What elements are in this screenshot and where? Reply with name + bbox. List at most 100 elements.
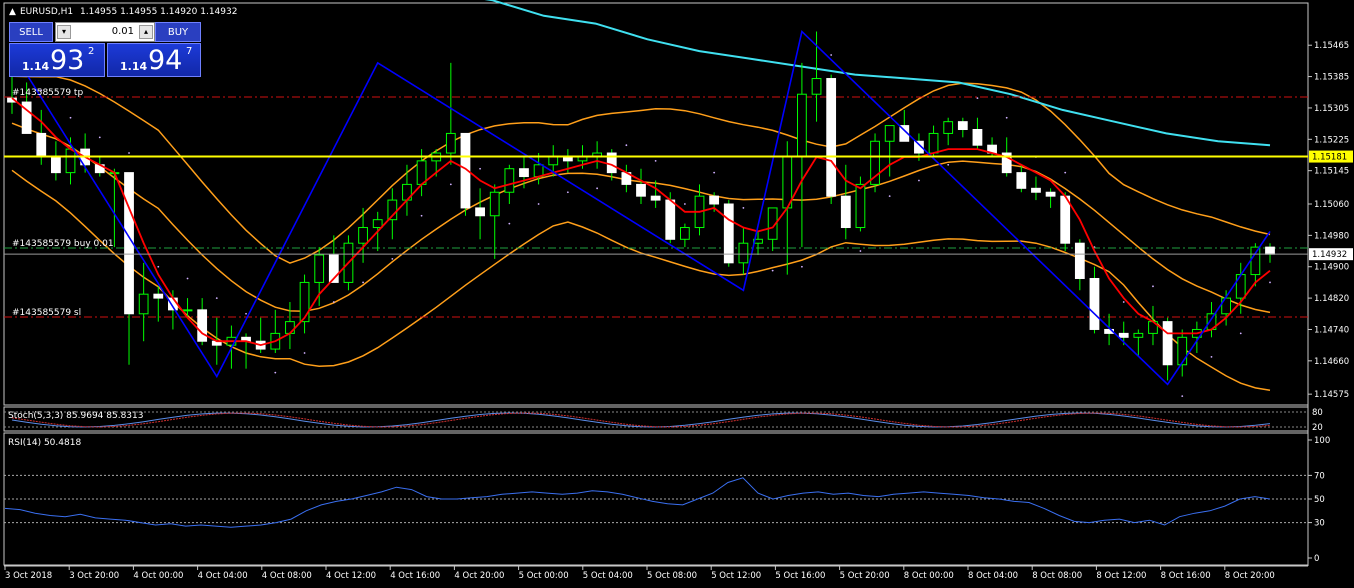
price-tick-label: 1.15465 bbox=[1314, 41, 1349, 51]
sar-dot bbox=[976, 97, 979, 100]
price-tick-label: 1.14660 bbox=[1314, 357, 1349, 367]
buy-button[interactable]: BUY bbox=[155, 22, 201, 42]
bear-candle bbox=[1118, 332, 1129, 338]
bull-candle bbox=[182, 309, 193, 312]
sar-dot bbox=[713, 171, 716, 174]
price-tick-label: 1.15060 bbox=[1314, 200, 1349, 210]
bull-candle bbox=[811, 78, 822, 95]
bull-candle bbox=[533, 164, 544, 178]
bear-candle bbox=[709, 195, 720, 205]
bull-candle bbox=[65, 148, 76, 174]
price-tick-label: 1.14575 bbox=[1314, 390, 1349, 400]
sar-dot bbox=[362, 281, 364, 284]
middle-band-line bbox=[11, 122, 1271, 314]
bull-candle bbox=[299, 281, 310, 323]
time-tick-label: 8 Oct 16:00 bbox=[1161, 571, 1211, 581]
bull-candle bbox=[314, 254, 325, 283]
bear-candle bbox=[519, 168, 529, 178]
sar-dot bbox=[1210, 356, 1213, 358]
sar-dot bbox=[683, 203, 686, 205]
sar-dot bbox=[1269, 281, 1271, 284]
time-tick-label: 5 Oct 08:00 bbox=[647, 571, 697, 581]
slow-moving-average bbox=[484, 0, 1271, 147]
sar-dot bbox=[596, 187, 599, 190]
sell-button[interactable]: SELL bbox=[9, 22, 53, 42]
bull-candle bbox=[943, 121, 954, 134]
bear-candle bbox=[1045, 191, 1056, 197]
sar-dot bbox=[1181, 395, 1184, 398]
bear-candle bbox=[153, 293, 164, 299]
sell-price-box[interactable]: 1.14 93 2 bbox=[9, 43, 105, 77]
buy-price-box[interactable]: 1.14 94 7 bbox=[107, 43, 201, 77]
sar-dot bbox=[1122, 301, 1125, 303]
bull-candle bbox=[372, 219, 383, 229]
sell-price-fraction: 2 bbox=[88, 46, 95, 57]
bear-candle bbox=[475, 207, 485, 217]
sar-dot bbox=[98, 136, 101, 139]
one-click-trading-panel: SELL ▾ 0.01 ▴ BUY 1.14 93 2 1.14 94 7 bbox=[9, 22, 201, 78]
time-tick-label: 5 Oct 04:00 bbox=[583, 571, 633, 581]
time-tick-label: 8 Oct 04:00 bbox=[968, 571, 1018, 581]
rsi-label: RSI(14) 50.4818 bbox=[8, 438, 81, 448]
lot-decrease-icon[interactable]: ▾ bbox=[57, 25, 71, 39]
bull-candle bbox=[445, 132, 456, 154]
chart-symbol: EURUSD,H1 bbox=[20, 7, 73, 17]
bear-candle bbox=[197, 309, 208, 342]
hline-price-label: 1.15181 bbox=[1312, 153, 1347, 163]
lot-increase-icon[interactable]: ▴ bbox=[139, 25, 153, 39]
price-tick-label: 1.14900 bbox=[1314, 263, 1349, 273]
time-tick-label: 4 Oct 08:00 bbox=[262, 571, 312, 581]
time-tick-label: 5 Oct 00:00 bbox=[519, 571, 569, 581]
sar-dot bbox=[654, 159, 657, 162]
chart-ohlc: 1.14955 1.14955 1.14920 1.14932 bbox=[80, 7, 237, 17]
bull-candle bbox=[1133, 332, 1144, 338]
time-tick-label: 3 Oct 20:00 bbox=[69, 571, 119, 581]
price-tick-label: 1.14820 bbox=[1314, 294, 1349, 304]
price-tick-label: 1.15145 bbox=[1314, 167, 1349, 177]
buy-price-fraction: 7 bbox=[186, 46, 193, 57]
lot-size-value[interactable]: 0.01 bbox=[72, 23, 138, 41]
price-tick-label: 1.15385 bbox=[1314, 73, 1349, 83]
time-axis: 3 Oct 2018 3 Oct 20:00 4 Oct 00:00 4 Oct 04… bbox=[4, 566, 1275, 581]
sell-price-pips: 93 bbox=[50, 45, 85, 76]
price-tick-label: 1.14980 bbox=[1314, 231, 1349, 241]
sar-dot bbox=[742, 207, 745, 209]
bollinger-bands bbox=[11, 75, 1271, 391]
sar-dot bbox=[918, 179, 920, 182]
slow-ma-line bbox=[484, 0, 1271, 147]
sar-dot bbox=[508, 222, 511, 225]
time-tick-label: 8 Oct 20:00 bbox=[1225, 571, 1275, 581]
rsi-line bbox=[4, 477, 1271, 528]
buy-price-prefix: 1.14 bbox=[120, 60, 148, 73]
bear-candle bbox=[826, 78, 837, 197]
stoch-level-label: 80 bbox=[1312, 408, 1323, 418]
time-tick-label: 8 Oct 08:00 bbox=[1032, 571, 1082, 581]
bear-candle bbox=[840, 195, 851, 229]
chart-collapse-icon[interactable]: ▲ bbox=[9, 7, 16, 17]
sar-dot bbox=[1064, 171, 1067, 174]
sar-dot bbox=[157, 265, 160, 268]
sar-dot bbox=[830, 54, 833, 56]
chart-canvas[interactable]: 1.15465 1.15385 1.15305 1.15225 1.15145 1.150… bbox=[0, 0, 1354, 588]
bull-candle bbox=[884, 125, 895, 142]
bear-candle bbox=[1162, 321, 1173, 366]
fast-moving-average bbox=[11, 97, 1271, 347]
time-tick-label: 3 Oct 2018 bbox=[5, 571, 52, 581]
sar-dot bbox=[391, 257, 394, 260]
sar-dot bbox=[449, 183, 452, 186]
time-tick-label: 8 Oct 12:00 bbox=[1096, 571, 1146, 581]
time-tick-label: 5 Oct 12:00 bbox=[711, 571, 761, 581]
sar-dot bbox=[801, 265, 803, 268]
bear-candle bbox=[650, 195, 661, 201]
sar-dot bbox=[69, 116, 72, 119]
sar-dot bbox=[479, 167, 481, 170]
bear-candle bbox=[636, 183, 646, 197]
tp-line-label: #143585579 tp bbox=[12, 88, 83, 98]
lot-size-input[interactable]: ▾ 0.01 ▴ bbox=[55, 22, 155, 42]
rsi-tick-label: 0 bbox=[1314, 554, 1319, 564]
bull-candle bbox=[1235, 274, 1246, 299]
buy-price-pips: 94 bbox=[148, 45, 183, 76]
price-axis: 1.15465 1.15385 1.15305 1.15225 1.15145 1.150… bbox=[4, 41, 1353, 400]
price-tick-label: 1.15225 bbox=[1314, 135, 1349, 145]
sar-dot bbox=[771, 269, 774, 272]
